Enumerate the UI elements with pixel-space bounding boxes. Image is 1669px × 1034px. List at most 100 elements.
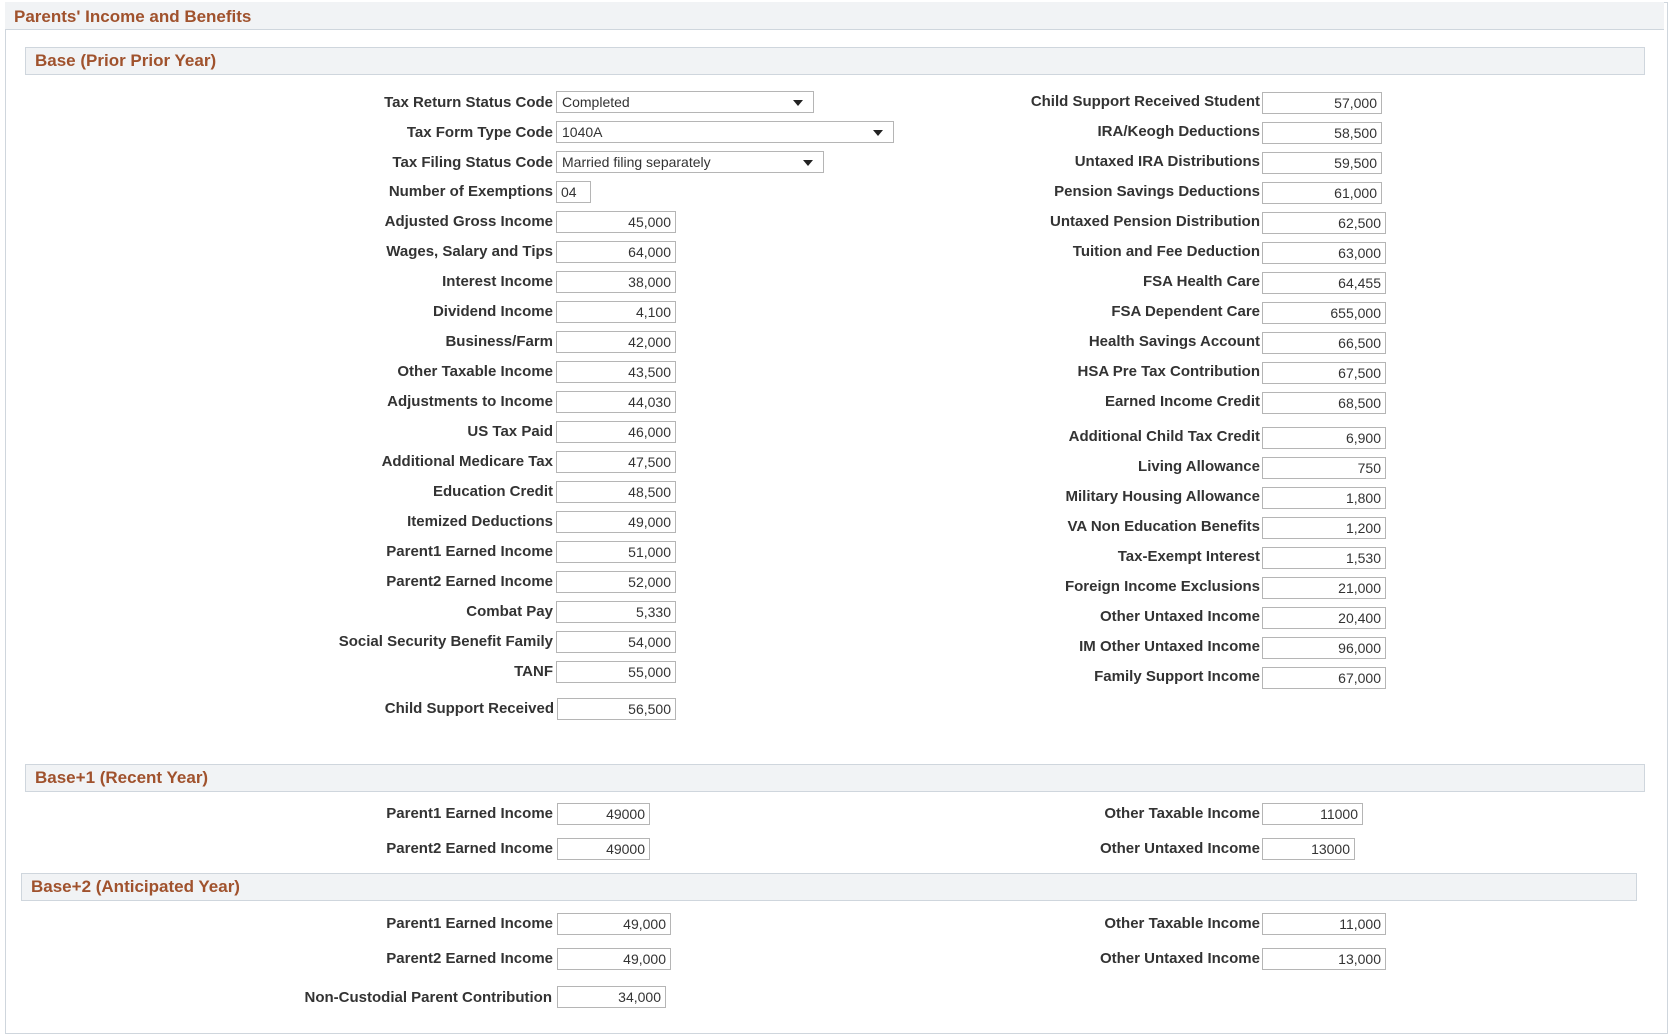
exemptions-label: Number of Exemptions: [388, 183, 553, 200]
field-input[interactable]: 66,500: [1262, 332, 1386, 354]
field-label: VA Non Education Benefits: [1067, 518, 1260, 535]
field-label: Parent2 Earned Income: [386, 573, 553, 590]
field-label: Other Taxable Income: [397, 363, 553, 380]
tax-form-type-label: Tax Form Type Code: [406, 124, 553, 141]
field-label: IRA/Keogh Deductions: [1097, 123, 1260, 140]
field-label: Child Support Received Student: [1030, 93, 1260, 110]
field-label: Other Untaxed Income: [1099, 840, 1260, 857]
field-input[interactable]: 55,000: [556, 661, 676, 683]
field-label: Adjustments to Income: [387, 393, 553, 410]
field-input[interactable]: 43,500: [556, 361, 676, 383]
tax-form-type-value: 1040A: [562, 124, 603, 140]
field-label: FSA Dependent Care: [1111, 303, 1260, 320]
field-input[interactable]: 1,200: [1262, 517, 1386, 539]
field-input[interactable]: 67,000: [1262, 667, 1386, 689]
field-input[interactable]: 38,000: [556, 271, 676, 293]
field-label: Combat Pay: [466, 603, 553, 620]
field-input[interactable]: 63,000: [1262, 242, 1386, 264]
field-label: Foreign Income Exclusions: [1064, 578, 1260, 595]
field-input[interactable]: 61,000: [1262, 182, 1382, 204]
field-input[interactable]: 49,000: [557, 913, 671, 935]
field-label: Untaxed IRA Distributions: [1074, 153, 1260, 170]
field-input[interactable]: 52,000: [556, 571, 676, 593]
tax-return-status-label: Tax Return Status Code: [384, 94, 553, 111]
section-title-base: Base (Prior Prior Year): [35, 51, 217, 70]
field-input[interactable]: 58,500: [1262, 122, 1382, 144]
field-input[interactable]: 47,500: [556, 451, 676, 473]
page-title: Parents' Income and Benefits: [14, 7, 252, 26]
tax-filing-status-select[interactable]: Married filing separately: [556, 151, 824, 173]
field-input[interactable]: 46,000: [556, 421, 676, 443]
field-label: Dividend Income: [432, 303, 553, 320]
field-label: Tuition and Fee Deduction: [1072, 243, 1260, 260]
field-label: Pension Savings Deductions: [1054, 183, 1260, 200]
field-label: Parent1 Earned Income: [386, 543, 553, 560]
field-label: Parent1 Earned Income: [386, 915, 553, 932]
chevron-down-icon: [803, 160, 813, 166]
field-input[interactable]: 68,500: [1262, 392, 1386, 414]
field-input[interactable]: 13,000: [1262, 948, 1386, 970]
section-header-base2: Base+2 (Anticipated Year): [21, 873, 1637, 901]
field-input[interactable]: 34,000: [557, 986, 666, 1008]
field-input[interactable]: 49,000: [556, 511, 676, 533]
field-label: Interest Income: [442, 273, 553, 290]
field-input[interactable]: 49000: [557, 838, 650, 860]
field-input[interactable]: 21,000: [1262, 577, 1386, 599]
field-input[interactable]: 42,000: [556, 331, 676, 353]
field-input[interactable]: 13000: [1262, 838, 1355, 860]
field-input[interactable]: 11,000: [1262, 913, 1386, 935]
field-label: Health Savings Account: [1088, 333, 1260, 350]
field-input[interactable]: 56,500: [557, 698, 676, 720]
field-label: Adjusted Gross Income: [384, 213, 553, 230]
field-input[interactable]: 6,900: [1262, 427, 1386, 449]
tax-filing-status-label: Tax Filing Status Code: [392, 154, 553, 171]
field-label: Tax-Exempt Interest: [1117, 548, 1260, 565]
field-input[interactable]: 44,030: [556, 391, 676, 413]
exemptions-input[interactable]: 04: [556, 181, 591, 203]
field-input[interactable]: 11000: [1262, 803, 1363, 825]
field-input[interactable]: 96,000: [1262, 637, 1386, 659]
field-label: Other Untaxed Income: [1099, 608, 1260, 625]
field-input[interactable]: 59,500: [1262, 152, 1382, 174]
field-input[interactable]: 4,100: [556, 301, 676, 323]
field-input[interactable]: 64,455: [1262, 272, 1386, 294]
field-input[interactable]: 54,000: [556, 631, 676, 653]
field-input[interactable]: 57,000: [1262, 92, 1382, 114]
field-input[interactable]: 64,000: [556, 241, 676, 263]
tax-form-type-select[interactable]: 1040A: [556, 121, 894, 143]
field-input[interactable]: 1,530: [1262, 547, 1386, 569]
field-label: Parent2 Earned Income: [386, 840, 553, 857]
field-label: Living Allowance: [1138, 458, 1260, 475]
field-label: Family Support Income: [1094, 668, 1260, 685]
field-label: Itemized Deductions: [407, 513, 553, 530]
section-header-base: Base (Prior Prior Year): [25, 47, 1645, 75]
field-input[interactable]: 45,000: [556, 211, 676, 233]
field-label: US Tax Paid: [467, 423, 553, 440]
field-input[interactable]: 67,500: [1262, 362, 1386, 384]
field-input[interactable]: 48,500: [556, 481, 676, 503]
field-label: HSA Pre Tax Contribution: [1077, 363, 1260, 380]
page-header: Parents' Income and Benefits: [5, 2, 1664, 30]
field-input[interactable]: 20,400: [1262, 607, 1386, 629]
field-input[interactable]: 750: [1262, 457, 1386, 479]
field-input[interactable]: 51,000: [556, 541, 676, 563]
field-label: Other Taxable Income: [1104, 805, 1260, 822]
field-input[interactable]: 1,800: [1262, 487, 1386, 509]
field-input[interactable]: 62,500: [1262, 212, 1386, 234]
field-label: Child Support Received: [384, 700, 554, 717]
tax-return-status-value: Completed: [562, 94, 630, 110]
field-label: Military Housing Allowance: [1065, 488, 1260, 505]
field-label: Other Taxable Income: [1104, 915, 1260, 932]
field-input[interactable]: 49,000: [557, 948, 671, 970]
field-label: Parent2 Earned Income: [386, 950, 553, 967]
field-label: FSA Health Care: [1143, 273, 1260, 290]
field-input[interactable]: 5,330: [556, 601, 676, 623]
section-title-base1: Base+1 (Recent Year): [35, 768, 209, 787]
section-header-base1: Base+1 (Recent Year): [25, 764, 1645, 792]
field-label: Wages, Salary and Tips: [386, 243, 553, 260]
field-input[interactable]: 655,000: [1262, 302, 1386, 324]
field-input[interactable]: 49000: [557, 803, 650, 825]
field-label: Additional Medicare Tax: [381, 453, 553, 470]
field-label: Other Untaxed Income: [1099, 950, 1260, 967]
tax-return-status-select[interactable]: Completed: [556, 91, 814, 113]
